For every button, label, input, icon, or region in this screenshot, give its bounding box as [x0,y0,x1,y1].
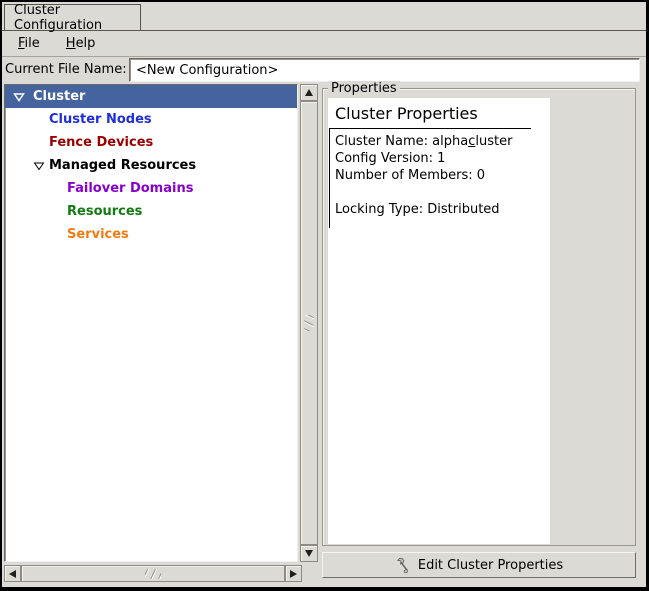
number-of-members-line: Number of Members: 0 [335,167,531,184]
scroll-up-button[interactable] [300,84,318,101]
current-file-name-input[interactable] [129,58,640,82]
properties-group-label: Properties [328,81,400,96]
locking-type-line: Locking Type: Distributed [335,201,531,218]
right-arrow-icon [290,570,297,578]
menu-item-file[interactable]: File [14,34,44,53]
edit-button-label: Edit Cluster Properties [418,558,563,573]
up-arrow-icon [305,89,313,96]
cluster-tree: Cluster Cluster Nodes Fence Devices Mana… [4,84,298,562]
scroll-right-button[interactable] [285,565,302,582]
tab-label: Cluster Configuration [14,3,140,33]
tree-item-services[interactable]: Services [5,223,297,246]
cluster-configuration-window: Cluster Configuration File Help Current … [2,2,646,587]
vertical-scrollbar-thumb[interactable] [300,101,318,545]
tree-item-label: Fence Devices [49,135,153,150]
tab-cluster-configuration[interactable]: Cluster Configuration [4,4,141,30]
tree-horizontal-scrollbar[interactable] [4,565,302,582]
tree-item-managed-resources[interactable]: Managed Resources [5,154,297,177]
tree-item-label: Managed Resources [49,158,196,173]
scroll-left-button[interactable] [4,565,21,582]
expander-down-icon[interactable] [11,91,27,103]
tree-item-label: Services [67,227,129,242]
window-frame: Cluster Configuration File Help Current … [0,0,649,591]
down-arrow-icon [305,550,313,557]
properties-group: Cluster Properties Cluster Name: alphacl… [322,88,636,546]
config-version-line: Config Version: 1 [335,150,531,167]
left-arrow-icon [9,570,16,578]
tree-item-fence-devices[interactable]: Fence Devices [5,131,297,154]
tree-item-label: Failover Domains [67,181,193,196]
menu-item-help[interactable]: Help [62,34,100,53]
wrench-icon [395,557,412,574]
cluster-name-line: Cluster Name: alphacluster [335,133,531,150]
tree-item-label: Cluster [33,89,85,104]
scrollbar-grip [145,569,161,579]
tree-vertical-scrollbar[interactable] [300,84,318,562]
properties-text-block: Cluster Name: alphacluster Config Versio… [329,128,531,228]
expander-down-icon[interactable] [31,160,47,172]
tree-item-cluster[interactable]: Cluster [5,85,297,108]
current-file-name-bar: Current File Name: [2,58,646,83]
horizontal-scrollbar-thumb[interactable] [21,565,285,582]
edit-cluster-properties-button[interactable]: Edit Cluster Properties [322,552,636,578]
current-file-name-label: Current File Name: [5,62,127,77]
properties-heading: Cluster Properties [335,104,478,123]
properties-canvas: Cluster Properties Cluster Name: alphacl… [328,98,550,544]
scrollbar-grip [304,315,314,331]
tree-item-resources[interactable]: Resources [5,200,297,223]
tree-item-label: Cluster Nodes [49,112,152,127]
tree-item-cluster-nodes[interactable]: Cluster Nodes [5,108,297,131]
menubar: File Help [2,31,646,57]
tree-item-failover-domains[interactable]: Failover Domains [5,177,297,200]
tree-item-label: Resources [67,204,142,219]
scroll-down-button[interactable] [300,545,318,562]
